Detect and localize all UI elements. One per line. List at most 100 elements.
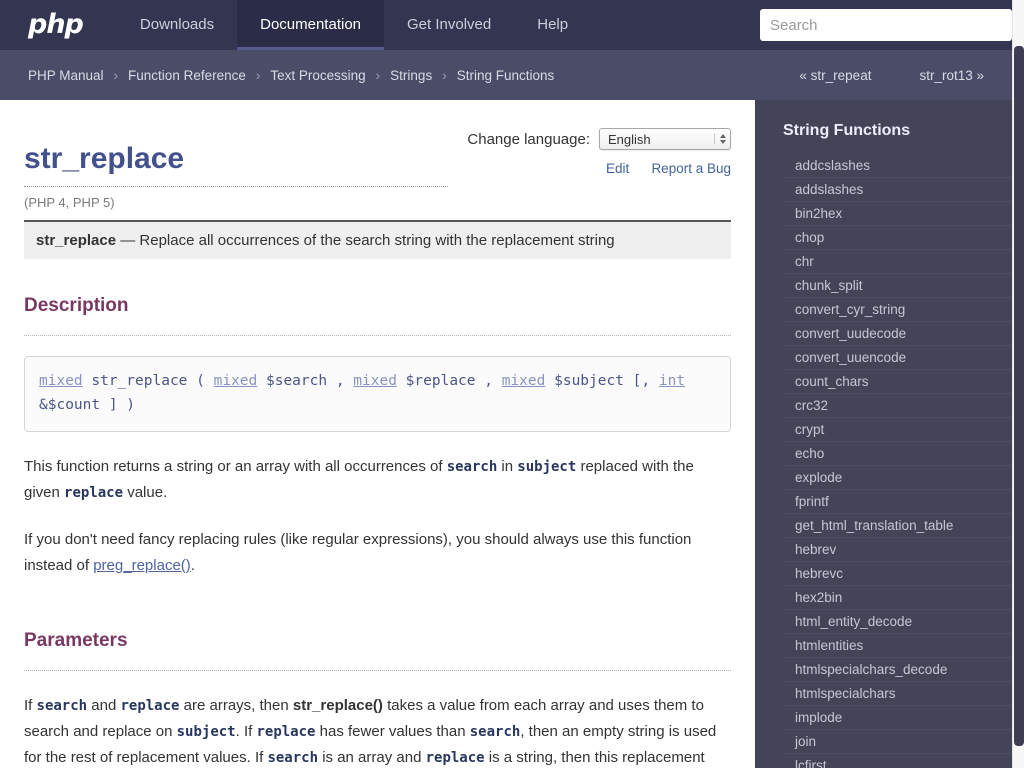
code-text: $replace ,	[396, 373, 502, 389]
sidebar-item-hebrev[interactable]: hebrev	[783, 538, 1024, 562]
search-input[interactable]	[760, 9, 1012, 41]
parameter-code: replace	[256, 724, 316, 741]
type-link[interactable]: mixed	[502, 373, 546, 389]
nav-item-documentation[interactable]: Documentation	[237, 0, 385, 50]
text-segment: are arrays, then	[179, 697, 293, 715]
function-summary: str_replace — Replace all occurrences of…	[24, 220, 731, 259]
nav-item-downloads[interactable]: Downloads	[117, 0, 237, 50]
breadcrumb-item[interactable]: Strings	[390, 68, 432, 83]
parameter-code: replace	[64, 484, 124, 501]
sidebar-item-echo[interactable]: echo	[783, 442, 1024, 466]
top-navigation: php Downloads Documentation Get Involved He…	[0, 0, 1024, 50]
scrollbar-thumb[interactable]	[1014, 46, 1024, 746]
change-language-label: Change language:	[467, 130, 590, 148]
sidebar-item-chunk_split[interactable]: chunk_split	[783, 274, 1024, 298]
description-paragraph-1: This function returns a string or an arr…	[24, 454, 731, 506]
prev-page-link[interactable]: « str_repeat	[799, 68, 871, 83]
text-segment: value.	[123, 483, 168, 501]
parameter-code: replace	[425, 750, 485, 767]
nav-item-get-involved[interactable]: Get Involved	[384, 0, 514, 50]
parameters-heading: Parameters	[24, 630, 731, 672]
select-arrows-icon	[714, 134, 726, 144]
sidebar-item-count_chars[interactable]: count_chars	[783, 370, 1024, 394]
sidebar-item-convert_cyr_string[interactable]: convert_cyr_string	[783, 298, 1024, 322]
sidebar-item-join[interactable]: join	[783, 730, 1024, 754]
function-link[interactable]: preg_replace()	[93, 557, 191, 574]
sidebar-item-crypt[interactable]: crypt	[783, 418, 1024, 442]
sidebar-item-addslashes[interactable]: addslashes	[783, 178, 1024, 202]
sidebar: String Functions addcslashes addslashes bi…	[755, 100, 1024, 768]
code-text: $subject [,	[545, 373, 659, 389]
content-layout: Change language: English Edit Report a B…	[0, 100, 1024, 768]
edit-link[interactable]: Edit	[606, 161, 629, 176]
description-paragraph-2: If you don't need fancy replacing rules …	[24, 527, 731, 578]
function-signature: mixed str_replace ( mixed $search , mixe…	[24, 356, 731, 432]
breadcrumb-item[interactable]: PHP Manual	[28, 68, 104, 83]
report-bug-link[interactable]: Report a Bug	[651, 161, 731, 176]
text-segment: has fewer values than	[315, 723, 470, 741]
code-text: $search ,	[257, 373, 354, 389]
breadcrumb-separator: ›	[255, 67, 261, 83]
sidebar-item-lcfirst[interactable]: lcfirst	[783, 754, 1024, 768]
arrow-up-icon	[720, 134, 726, 138]
next-page-link[interactable]: str_rot13 »	[919, 68, 984, 83]
breadcrumb-item[interactable]: String Functions	[457, 68, 555, 83]
description-heading: Description	[24, 295, 731, 336]
sidebar-item-convert_uudecode[interactable]: convert_uudecode	[783, 322, 1024, 346]
breadcrumb-item[interactable]: Text Processing	[270, 68, 365, 83]
page-actions: Edit Report a Bug	[467, 160, 731, 177]
parameter-code: search	[36, 698, 88, 715]
php-logo[interactable]: php	[0, 0, 117, 50]
breadcrumb: PHP Manual › Function Reference › Text Proce…	[28, 68, 564, 83]
sidebar-item-chr[interactable]: chr	[783, 250, 1024, 274]
sidebar-item-htmlspecialchars_decode[interactable]: htmlspecialchars_decode	[783, 658, 1024, 682]
parameter-code: search	[446, 458, 498, 475]
sidebar-item-explode[interactable]: explode	[783, 466, 1024, 490]
main-content: Change language: English Edit Report a B…	[0, 100, 755, 768]
sidebar-item-convert_uuencode[interactable]: convert_uuencode	[783, 346, 1024, 370]
version-info: (PHP 4, PHP 5)	[24, 195, 115, 210]
arrow-down-icon	[720, 140, 726, 144]
sidebar-title: String Functions	[783, 122, 911, 139]
parameter-code: replace	[120, 698, 180, 715]
nav-item-help[interactable]: Help	[514, 0, 591, 50]
type-link[interactable]: mixed	[39, 373, 83, 389]
browser-viewport: php Downloads Documentation Get Involved He…	[0, 0, 1024, 768]
language-select-value: English	[608, 131, 651, 147]
sidebar-item-fprintf[interactable]: fprintf	[783, 490, 1024, 514]
summary-text: Replace all occurrences of the search st…	[139, 232, 615, 249]
type-link[interactable]: mixed	[214, 373, 258, 389]
sidebar-function-list: addcslashes addslashes bin2hex chop chr chunk…	[783, 154, 1024, 768]
page-title: str_replace	[24, 142, 449, 187]
sidebar-item-htmlspecialchars[interactable]: htmlspecialchars	[783, 682, 1024, 706]
nav-menu: Downloads Documentation Get Involved Help	[117, 0, 591, 50]
sidebar-item-implode[interactable]: implode	[783, 706, 1024, 730]
text-segment: in	[497, 457, 518, 475]
type-link[interactable]: int	[659, 373, 685, 389]
breadcrumb-bar: PHP Manual › Function Reference › Text Proce…	[0, 50, 1024, 100]
text-segment: This function returns a string or an arr…	[24, 457, 447, 475]
code-text: str_replace (	[82, 373, 214, 389]
vertical-scrollbar[interactable]	[1012, 0, 1024, 768]
breadcrumb-separator: ›	[442, 67, 447, 83]
language-select[interactable]: English	[599, 128, 731, 150]
sidebar-item-chop[interactable]: chop	[783, 226, 1024, 250]
sidebar-item-htmlentities[interactable]: htmlentities	[783, 634, 1024, 658]
text-segment: .	[190, 556, 195, 574]
sidebar-item-bin2hex[interactable]: bin2hex	[783, 202, 1024, 226]
sidebar-item-crc32[interactable]: crc32	[783, 394, 1024, 418]
parameter-code: search	[469, 724, 521, 741]
parameter-code: subject	[517, 458, 577, 475]
breadcrumb-item[interactable]: Function Reference	[128, 68, 246, 83]
text-segment: . If	[235, 723, 257, 741]
sidebar-item-addcslashes[interactable]: addcslashes	[783, 154, 1024, 178]
page-navigation: « str_repeat str_rot13 »	[799, 50, 984, 100]
breadcrumb-separator: ›	[375, 67, 381, 83]
type-link[interactable]: mixed	[353, 373, 397, 389]
function-name: str_replace()	[292, 697, 383, 715]
sidebar-item-html_entity_decode[interactable]: html_entity_decode	[783, 610, 1024, 634]
sidebar-item-hex2bin[interactable]: hex2bin	[783, 586, 1024, 610]
sidebar-item-hebrevc[interactable]: hebrevc	[783, 562, 1024, 586]
text-segment: and	[87, 697, 121, 715]
sidebar-item-get_html_translation_table[interactable]: get_html_translation_table	[783, 514, 1024, 538]
